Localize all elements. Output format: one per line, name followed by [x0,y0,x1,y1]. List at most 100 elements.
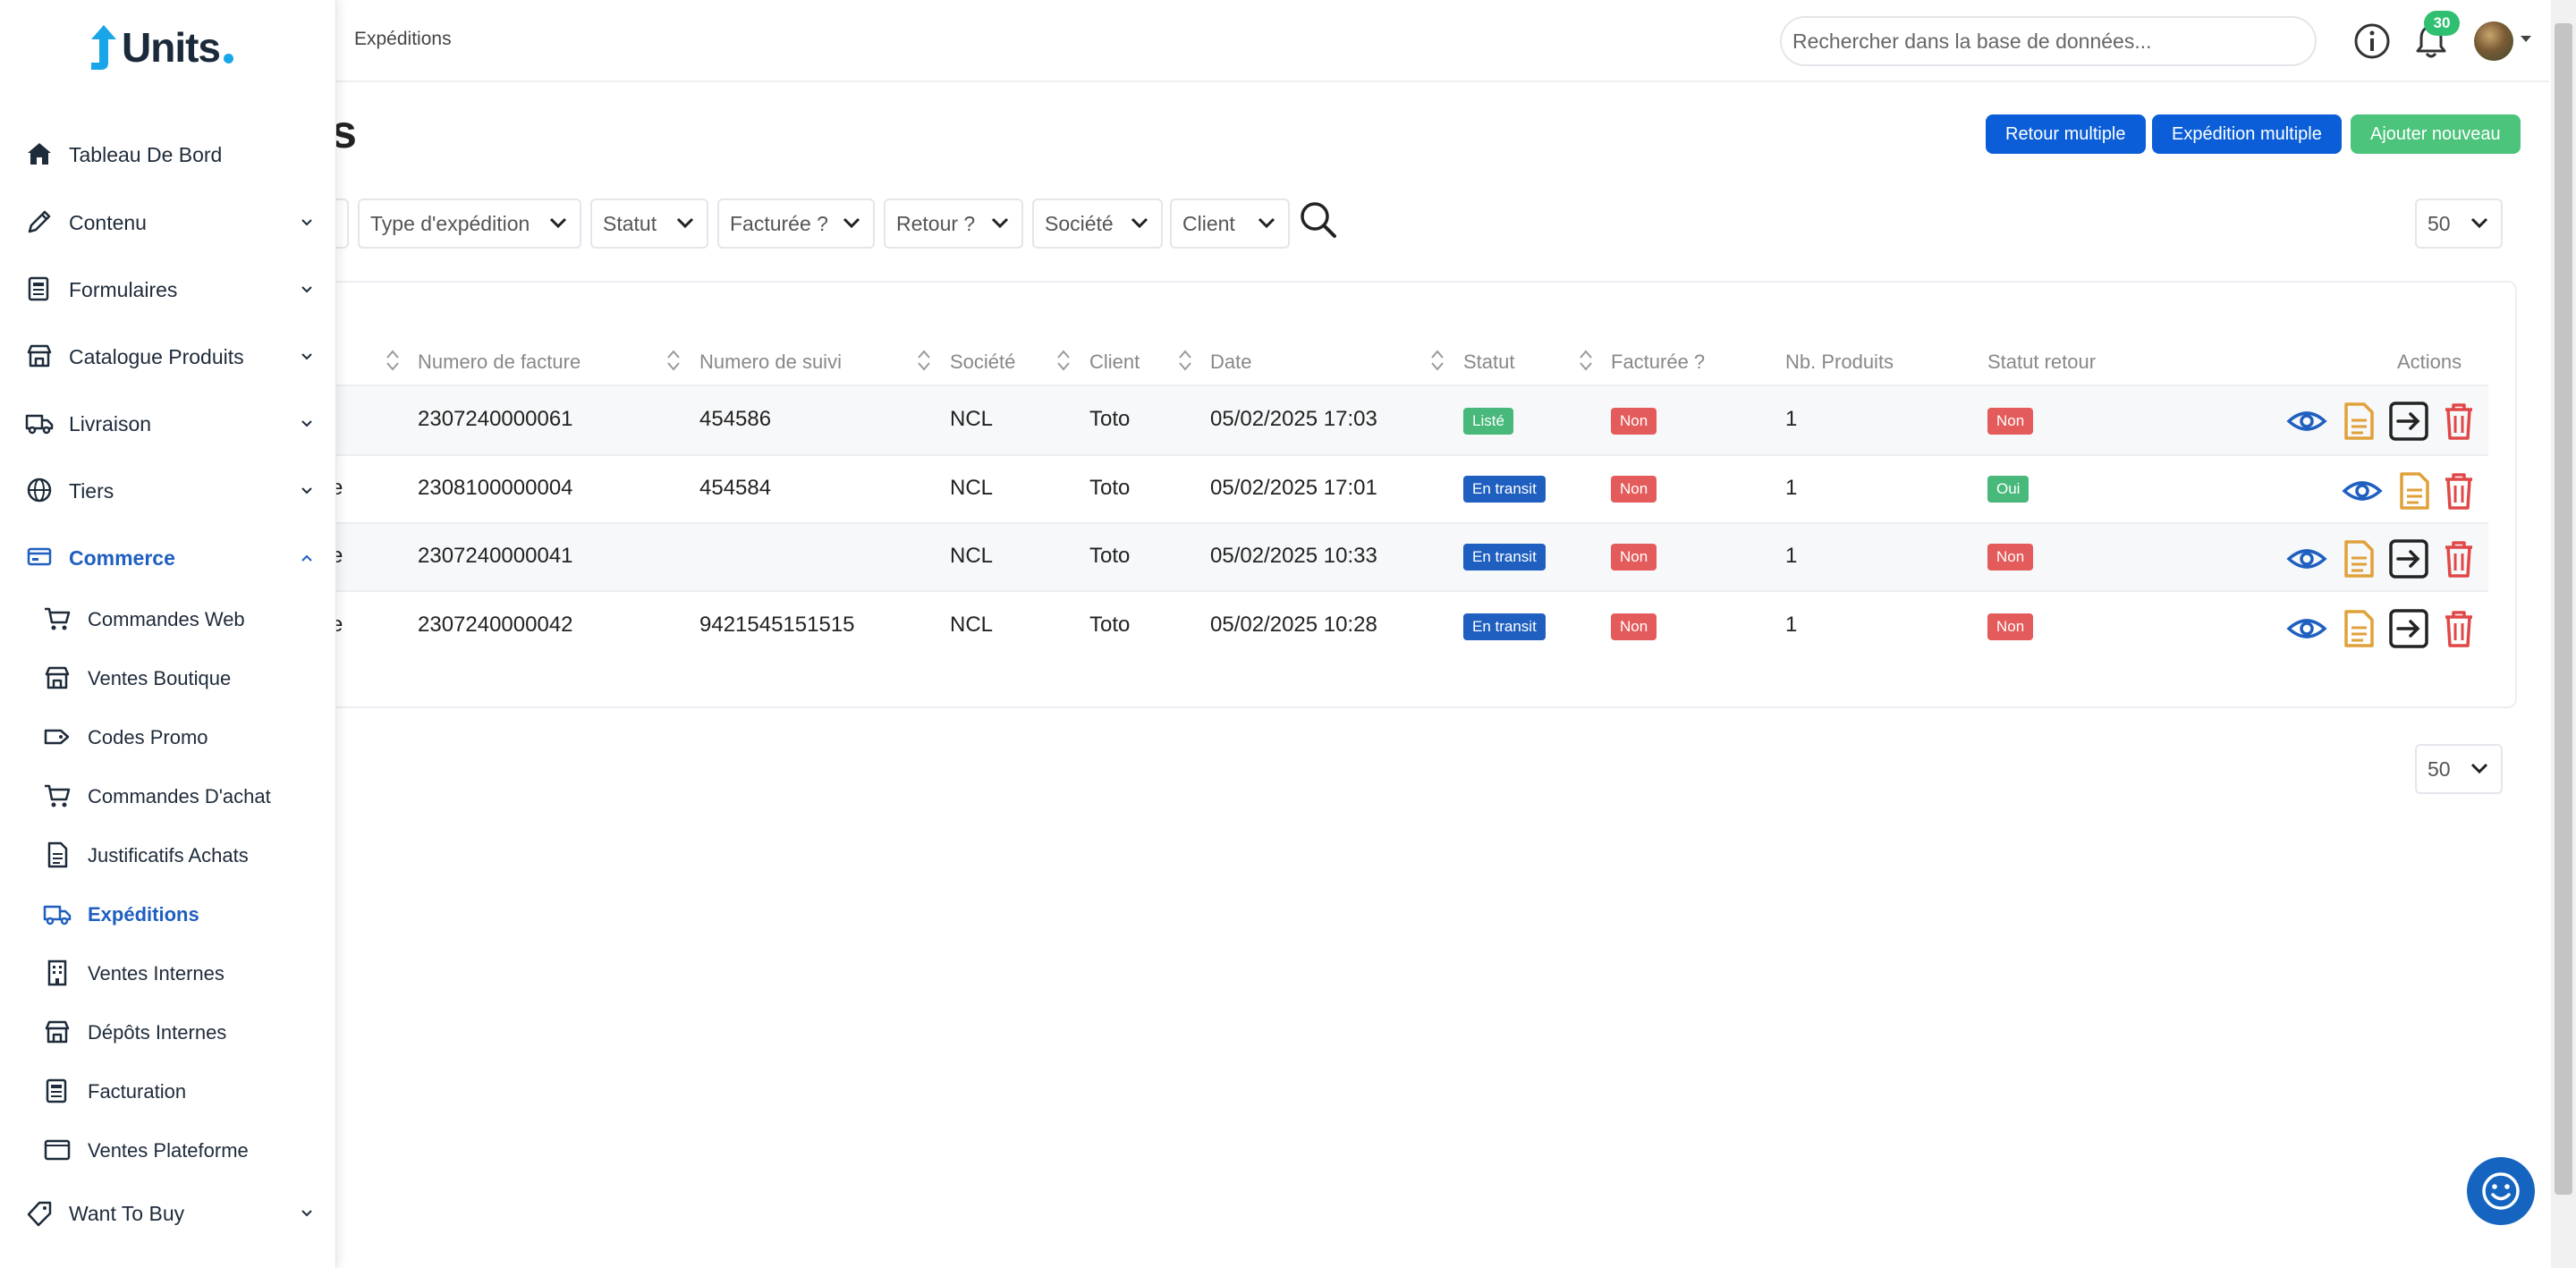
chevron-down-icon [843,217,860,229]
sidebar-item-livraison[interactable]: Livraison [0,396,336,450]
cell-date: 05/02/2025 10:28 [1210,613,1377,637]
cell-date: 05/02/2025 17:03 [1210,407,1377,431]
arrow-right-icon[interactable] [2388,401,2429,442]
chevron-down-icon[interactable] [2521,36,2531,42]
sidebar-item-label: Commandes D'achat [88,785,271,807]
document-icon[interactable] [2394,470,2435,511]
header-numero-facture[interactable]: Numero de facture [418,351,580,374]
filter-facturee[interactable]: Facturée ? [717,199,875,249]
sort-icon[interactable] [916,349,932,372]
sidebar-item-catalogue-produits[interactable]: Catalogue Produits [0,329,336,383]
sidebar-item-contenu[interactable]: Contenu [0,195,336,249]
smiley-icon [2482,1172,2520,1210]
view-eye-icon[interactable] [2286,538,2327,579]
header-numero-suivi[interactable]: Numero de suivi [699,351,842,374]
sidebar-item-tiers[interactable]: Tiers [0,463,336,517]
sort-icon[interactable] [385,349,401,372]
header-societe[interactable]: Société [950,351,1015,374]
arrow-right-icon[interactable] [2388,608,2429,649]
scrollbar-thumb[interactable] [2555,23,2572,1195]
chevron-down-icon [991,217,1009,229]
sidebar-item-commerce[interactable]: Commerce [0,530,336,584]
retour-multiple-button[interactable]: Retour multiple [1986,114,2146,154]
cell-suivi: 454584 [699,476,772,500]
sidebar-subitem-commandes-web[interactable]: Commandes Web [0,592,336,646]
logo-arrow-icon [91,25,116,70]
document-icon[interactable] [2338,538,2379,579]
header-client[interactable]: Client [1089,351,1140,374]
sidebar-subitem-codes-promo[interactable]: Codes Promo [0,710,336,764]
search-icon[interactable] [1299,200,1338,240]
truck-icon [25,414,54,435]
arrow-right-icon[interactable] [2388,538,2429,579]
sidebar-subitem-ventes-plateforme[interactable]: Ventes Plateforme [0,1123,336,1177]
sort-icon[interactable] [1055,349,1072,372]
table-row [331,456,2488,524]
sidebar-item-formulaires[interactable]: Formulaires [0,262,336,316]
header-date[interactable]: Date [1210,351,1251,374]
filter-statut[interactable]: Statut [590,199,708,249]
sidebar-subitem-facturation[interactable]: Facturation [0,1064,336,1118]
cell-facture: 2308100000004 [418,476,573,500]
header-statut[interactable]: Statut [1463,351,1514,374]
cell-date: 05/02/2025 10:33 [1210,544,1377,568]
sidebar-subitem-ventes-boutique[interactable]: Ventes Boutique [0,651,336,705]
sidebar-subitem-justificatifs-achats[interactable]: Justificatifs Achats [0,828,336,882]
sidebar-subitem-commandes-dachat[interactable]: Commandes D'achat [0,769,336,823]
cell-societe: NCL [950,476,994,500]
sidebar-item-label: Tiers [69,479,114,503]
filter-label: Type d'expédition [370,212,530,235]
cart-icon [45,784,71,807]
chevron-down-icon [301,219,312,226]
expedition-multiple-button[interactable]: Expédition multiple [2152,114,2342,154]
filter-client[interactable]: Client [1170,199,1290,249]
sort-icon[interactable] [1429,349,1445,372]
trash-icon[interactable] [2438,401,2479,442]
view-eye-icon[interactable] [2286,608,2327,649]
view-eye-icon[interactable] [2342,470,2383,511]
sidebar-subitem-ventes-internes[interactable]: Ventes Internes [0,946,336,1000]
status-badge: En transit [1463,544,1546,571]
cell-nb-produits: 1 [1785,544,1798,568]
sidebar-subitem-expeditions[interactable]: Expéditions [0,887,336,941]
header-nb-produits: Nb. Produits [1785,351,1894,373]
per-page-select-top[interactable]: 50 [2415,199,2503,249]
per-page-select-bottom[interactable]: 50 [2415,744,2503,794]
sidebar-item-want-to-buy[interactable]: Want To Buy [0,1186,336,1239]
document-icon[interactable] [2338,401,2379,442]
cell-nb-produits: 1 [1785,476,1798,500]
filter-type-expedition[interactable]: Type d'expédition [358,199,581,249]
ajouter-nouveau-button[interactable]: Ajouter nouveau [2351,114,2521,154]
cell-client: Toto [1089,476,1131,500]
cell-suivi: 9421545151515 [699,613,855,637]
chevron-down-icon [301,1210,312,1217]
filter-retour[interactable]: Retour ? [884,199,1023,249]
trash-icon[interactable] [2438,608,2479,649]
trash-icon[interactable] [2438,470,2479,511]
document-icon[interactable] [2338,608,2379,649]
filter-societe[interactable]: Société [1032,199,1163,249]
view-eye-icon[interactable] [2286,401,2327,442]
info-icon[interactable] [2352,21,2392,61]
chevron-down-icon [2470,217,2488,229]
header-facturee[interactable]: Facturée ? [1611,351,1705,374]
sidebar-subitem-depots-internes[interactable]: Dépôts Internes [0,1005,336,1059]
header-statut-retour: Statut retour [1987,351,2097,373]
store-icon [27,344,52,368]
tag-icon [27,1201,52,1227]
sidebar-item-label: Justificatifs Achats [88,844,249,866]
top-bar: › Expéditions 30 [0,0,2549,82]
status-badge: Listé [1463,408,1513,435]
avatar[interactable] [2474,21,2513,61]
sort-icon[interactable] [665,349,682,372]
sort-icon[interactable] [1578,349,1594,372]
logo[interactable]: Units [122,23,221,72]
sort-icon[interactable] [1177,349,1193,372]
search-input[interactable] [1780,16,2317,66]
trash-icon[interactable] [2438,538,2479,579]
sidebar-item-tableau-de-bord[interactable]: Tableau De Bord [0,127,336,181]
chat-button[interactable] [2467,1157,2535,1225]
chevron-down-icon [301,487,312,495]
return-status-badge: Non [1987,544,2034,571]
sidebar-item-label: Codes Promo [88,726,208,748]
